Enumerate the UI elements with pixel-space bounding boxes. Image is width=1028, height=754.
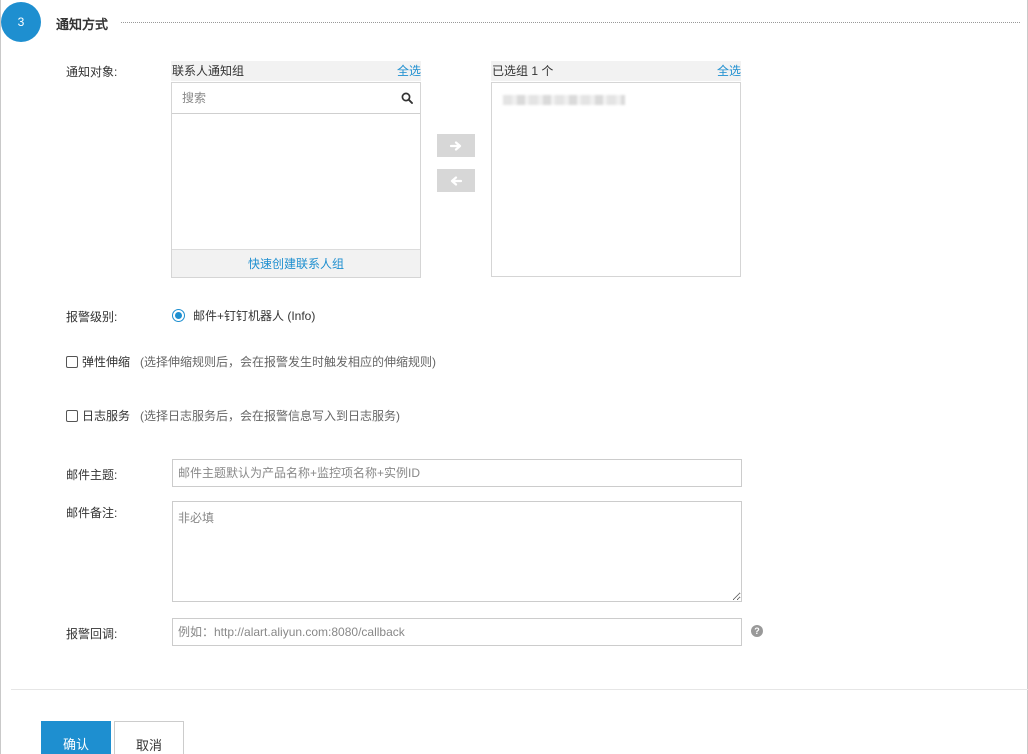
contact-group-list: 快速创建联系人组 [171,82,421,278]
arrow-left-icon [450,175,462,186]
email-subject-input[interactable] [172,459,742,487]
cancel-button[interactable]: 取消 [114,721,184,754]
log-service-row: 日志服务 (选择日志服务后，会在报警信息写入到日志服务) [66,407,400,424]
alert-level-radio[interactable] [172,309,185,322]
contact-group-header: 联系人通知组 全选 [171,61,421,81]
email-note-label: 邮件备注: [66,506,118,520]
section-divider [121,22,1020,23]
alert-level-label: 报警级别: [66,310,118,324]
selected-group-item[interactable] [503,95,625,105]
notify-target-label: 通知对象: [66,65,118,79]
selected-group-list [491,82,741,277]
log-service-checkbox[interactable] [66,409,78,422]
alert-level-option[interactable]: 邮件+钉钉机器人 (Info) [172,307,315,324]
elastic-scaling-row: 弹性伸缩 (选择伸缩规则后，会在报警发生时触发相应的伸缩规则) [66,353,436,370]
move-right-button[interactable] [437,134,475,157]
contact-search-input[interactable] [172,83,392,113]
create-contact-group-link[interactable]: 快速创建联系人组 [172,249,420,277]
contact-group-title: 联系人通知组 [172,64,245,78]
alert-level-option-label: 邮件+钉钉机器人 (Info) [193,309,316,323]
contact-search-box [172,83,420,114]
callback-label: 报警回调: [66,627,118,641]
select-all-selected-link[interactable]: 全选 [717,61,741,81]
callback-url-input[interactable] [172,618,742,646]
search-icon[interactable] [401,92,413,104]
elastic-scaling-title: 弹性伸缩 [82,355,131,369]
log-service-title: 日志服务 [82,409,131,423]
selected-group-title: 已选组 1 个 [492,64,554,78]
footer-divider [11,689,1028,690]
question-circle-icon[interactable]: ? [751,625,763,637]
email-subject-label: 邮件主题: [66,468,118,482]
elastic-scaling-checkbox[interactable] [66,355,78,368]
arrow-right-icon [450,140,462,151]
confirm-button[interactable]: 确认 [41,721,111,754]
email-note-textarea[interactable] [172,501,742,602]
log-service-hint: (选择日志服务后，会在报警信息写入到日志服务) [140,409,401,423]
section-title: 通知方式 [56,17,109,32]
select-all-contacts-link[interactable]: 全选 [397,61,421,81]
selected-group-header: 已选组 1 个 全选 [491,61,741,81]
step-badge: 3 [1,2,41,42]
move-left-button[interactable] [437,169,475,192]
elastic-scaling-hint: (选择伸缩规则后，会在报警发生时触发相应的伸缩规则) [140,355,437,369]
